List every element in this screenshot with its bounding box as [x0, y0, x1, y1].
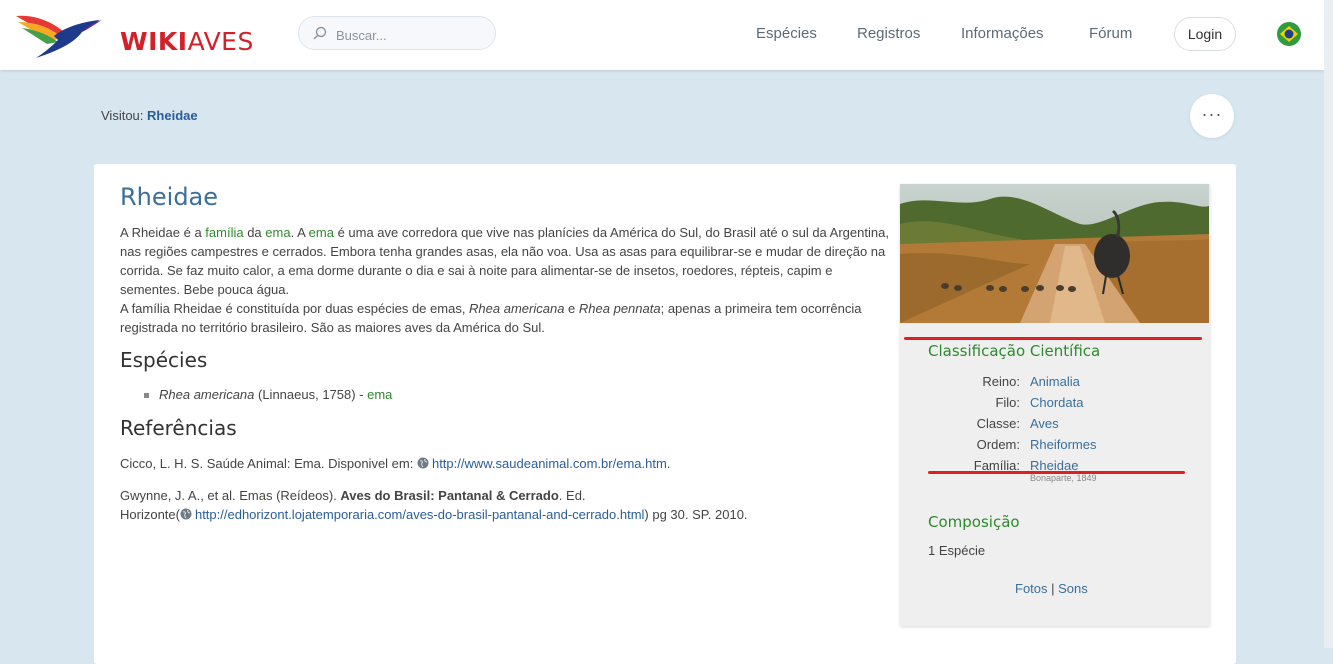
annotation-underline: [904, 337, 1202, 340]
tax-value-classe[interactable]: Aves: [1030, 416, 1059, 431]
top-header: WIKIAVES Espécies Registros Informações …: [0, 0, 1324, 70]
brazil-flag-icon[interactable]: [1277, 22, 1301, 46]
link-ema[interactable]: ema: [309, 225, 334, 240]
logo-aves-text: AVES: [187, 27, 254, 56]
sounds-link[interactable]: Sons: [1058, 581, 1088, 596]
media-links: Fotos | Sons: [1015, 581, 1088, 596]
species-sci-name: Rhea americana: [159, 387, 255, 402]
references-heading: Referências: [120, 416, 237, 440]
bullet-icon: [144, 393, 149, 399]
tax-value-reino[interactable]: Animalia: [1030, 374, 1080, 389]
ref-text: ) pg 30. SP. 2010.: [644, 507, 748, 522]
taxon-author: Bonaparte, 1849: [1030, 473, 1097, 483]
nav-registros[interactable]: Registros: [857, 25, 920, 42]
wikiaves-logo[interactable]: WIKIAVES: [14, 8, 264, 62]
scrollbar[interactable]: [1324, 0, 1333, 648]
desc-text: da: [243, 225, 266, 240]
species-name: Rhea americana: [469, 301, 565, 316]
login-button[interactable]: Login: [1174, 17, 1236, 51]
reference-2: Gwynne, J. A., et al. Emas (Reídeos). Av…: [120, 486, 748, 524]
globe-icon: [417, 457, 429, 469]
logo-wiki-text: WIKI: [120, 27, 188, 56]
list-item: Rhea americana (Linnaeus, 1758) - ema: [144, 387, 392, 402]
more-options-button[interactable]: ···: [1190, 94, 1234, 138]
species-name: Rhea pennata: [578, 301, 661, 316]
ref-text: Horizonte(: [120, 507, 180, 522]
link-ema[interactable]: ema: [265, 225, 290, 240]
species-authority: (Linnaeus, 1758) -: [254, 387, 368, 402]
page-title: Rheidae: [120, 183, 219, 211]
tax-value-ordem[interactable]: Rheiformes: [1030, 437, 1096, 452]
composition-count: 1 Espécie: [928, 543, 986, 558]
composition-title: Composição: [928, 513, 1020, 531]
hummingbird-logo-icon: [16, 15, 102, 58]
link-familia[interactable]: família: [205, 225, 243, 240]
search-box[interactable]: [298, 16, 496, 50]
media-separator: |: [1047, 581, 1059, 596]
ref-1-url[interactable]: http://www.saudeanimal.com.br/ema.htm: [432, 456, 667, 471]
tax-label-classe: Classe:: [976, 416, 1020, 431]
nav-especies[interactable]: Espécies: [756, 25, 817, 42]
annotation-underline: [928, 471, 1185, 474]
breadcrumb: Visitou: Rheidae: [101, 108, 198, 123]
desc-text: . A: [290, 225, 309, 240]
nav-forum[interactable]: Fórum: [1089, 25, 1132, 42]
species-common-link[interactable]: ema: [367, 387, 392, 402]
search-icon: [313, 26, 327, 40]
ref-text: Gwynne, J. A., et al. Emas (Reídeos).: [120, 488, 341, 503]
ref-text: . Ed.: [558, 488, 586, 503]
desc-text: A Rheidae é a: [120, 225, 206, 240]
ref-2-url[interactable]: http://edhorizont.lojatemporaria.com/ave…: [195, 507, 644, 522]
tax-label-reino: Reino:: [982, 374, 1020, 389]
article-description: A Rheidae é a família da ema. A ema é um…: [120, 223, 890, 337]
globe-icon: [180, 508, 192, 520]
reference-1: Cicco, L. H. S. Saúde Animal: Ema. Dispo…: [120, 454, 670, 473]
desc-text: A família Rheidae é constituída por duas…: [120, 301, 470, 316]
rhea-photo[interactable]: [900, 184, 1209, 323]
ref-text: Cicco, L. H. S. Saúde Animal: Ema. Dispo…: [120, 456, 417, 471]
desc-text: e: [564, 301, 579, 316]
species-heading: Espécies: [120, 348, 208, 372]
search-input[interactable]: [334, 24, 488, 46]
photos-link[interactable]: Fotos: [1015, 581, 1048, 596]
nav-informacoes[interactable]: Informações: [961, 25, 1044, 42]
breadcrumb-prefix: Visitou:: [101, 108, 144, 123]
classification-title: Classificação Científica: [928, 342, 1101, 360]
tax-label-ordem: Ordem:: [976, 437, 1020, 452]
tax-label-filo: Filo:: [995, 395, 1020, 410]
tax-value-filo[interactable]: Chordata: [1030, 395, 1083, 410]
breadcrumb-link[interactable]: Rheidae: [147, 108, 198, 123]
ref-text: .: [666, 456, 671, 471]
ref-book-title: Aves do Brasil: Pantanal & Cerrado: [340, 488, 559, 503]
